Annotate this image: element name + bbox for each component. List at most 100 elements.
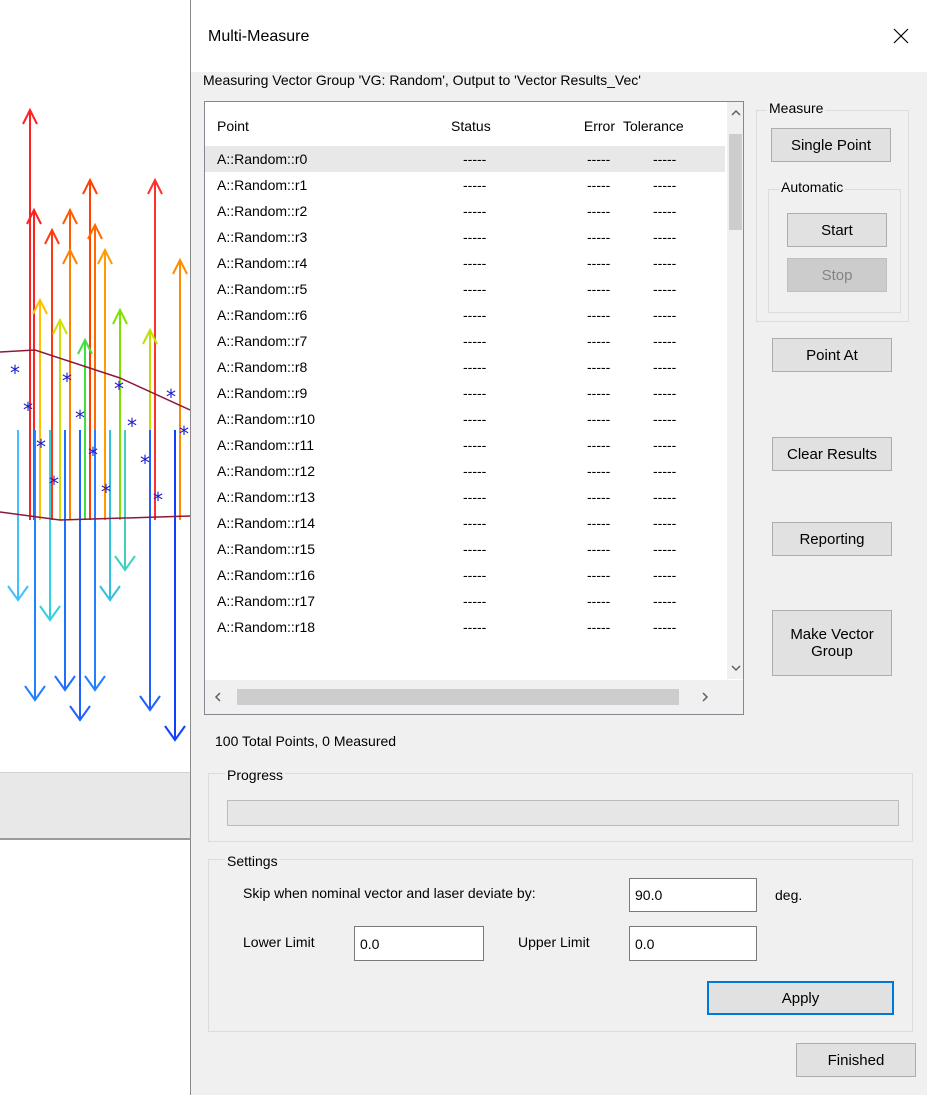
status-cell: ----- xyxy=(463,619,487,635)
chevron-down-icon[interactable] xyxy=(727,660,743,677)
tolerance-cell: ----- xyxy=(653,307,677,323)
lower-limit-input[interactable] xyxy=(354,926,484,961)
chevron-up-icon[interactable] xyxy=(727,104,743,121)
point-cell: A::Random::r0 xyxy=(217,151,308,167)
finished-button[interactable]: Finished xyxy=(796,1043,916,1077)
error-cell: ----- xyxy=(587,229,611,245)
list-row[interactable]: A::Random::r13 ----- ----- ----- xyxy=(205,484,725,510)
chevron-left-icon[interactable] xyxy=(209,688,226,705)
column-header-error[interactable]: Error xyxy=(573,118,615,134)
close-icon xyxy=(893,28,909,44)
svg-text:*: * xyxy=(10,361,20,385)
list-row[interactable]: A::Random::r17 ----- ----- ----- xyxy=(205,588,725,614)
list-row[interactable]: A::Random::r10 ----- ----- ----- xyxy=(205,406,725,432)
point-cell: A::Random::r14 xyxy=(217,515,316,531)
error-cell: ----- xyxy=(587,567,611,583)
list-row[interactable]: A::Random::r4 ----- ----- ----- xyxy=(205,250,725,276)
error-cell: ----- xyxy=(587,619,611,635)
error-cell: ----- xyxy=(587,515,611,531)
list-row[interactable]: A::Random::r9 ----- ----- ----- xyxy=(205,380,725,406)
status-cell: ----- xyxy=(463,177,487,193)
list-row[interactable]: A::Random::r11 ----- ----- ----- xyxy=(205,432,725,458)
vertical-scroll-thumb[interactable] xyxy=(729,134,742,230)
tolerance-cell: ----- xyxy=(653,177,677,193)
progress-group-label: Progress xyxy=(225,767,286,783)
clear-results-button[interactable]: Clear Results xyxy=(772,437,892,471)
reporting-button[interactable]: Reporting xyxy=(772,522,892,556)
tolerance-cell: ----- xyxy=(653,515,677,531)
scrollbar-corner xyxy=(727,680,743,714)
svg-text:*: * xyxy=(88,443,98,467)
point-cell: A::Random::r7 xyxy=(217,333,308,349)
close-button[interactable] xyxy=(875,14,927,58)
viewport-status-bar xyxy=(0,772,190,840)
error-cell: ----- xyxy=(587,359,611,375)
error-cell: ----- xyxy=(587,255,611,271)
list-row[interactable]: A::Random::r6 ----- ----- ----- xyxy=(205,302,725,328)
list-row[interactable]: A::Random::r8 ----- ----- ----- xyxy=(205,354,725,380)
tolerance-cell: ----- xyxy=(653,593,677,609)
skip-deviation-input[interactable] xyxy=(629,878,757,912)
point-cell: A::Random::r12 xyxy=(217,463,316,479)
chevron-right-icon[interactable] xyxy=(697,688,714,705)
point-cell: A::Random::r2 xyxy=(217,203,308,219)
title-bar: Multi-Measure xyxy=(191,0,927,72)
error-cell: ----- xyxy=(587,333,611,349)
tolerance-cell: ----- xyxy=(653,619,677,635)
point-at-button[interactable]: Point At xyxy=(772,338,892,372)
start-button[interactable]: Start xyxy=(787,213,887,247)
list-row[interactable]: A::Random::r14 ----- ----- ----- xyxy=(205,510,725,536)
svg-text:*: * xyxy=(127,414,137,438)
list-row[interactable]: A::Random::r1 ----- ----- ----- xyxy=(205,172,725,198)
svg-text:*: * xyxy=(23,398,33,422)
error-cell: ----- xyxy=(587,385,611,401)
tolerance-cell: ----- xyxy=(653,281,677,297)
list-row[interactable]: A::Random::r12 ----- ----- ----- xyxy=(205,458,725,484)
settings-group-label: Settings xyxy=(225,853,280,869)
3d-viewport[interactable]: * * * * * * * * * * * * * * xyxy=(0,0,190,840)
list-row[interactable]: A::Random::r15 ----- ----- ----- xyxy=(205,536,725,562)
points-list[interactable]: Point Status Error Tolerance A::Random::… xyxy=(204,101,744,715)
status-cell: ----- xyxy=(463,333,487,349)
list-row[interactable]: A::Random::r2 ----- ----- ----- xyxy=(205,198,725,224)
tolerance-cell: ----- xyxy=(653,255,677,271)
list-row[interactable]: A::Random::r5 ----- ----- ----- xyxy=(205,276,725,302)
upper-limit-input[interactable] xyxy=(629,926,757,961)
tolerance-cell: ----- xyxy=(653,489,677,505)
point-cell: A::Random::r9 xyxy=(217,385,308,401)
column-header-tolerance[interactable]: Tolerance xyxy=(623,118,684,134)
vertical-scrollbar[interactable] xyxy=(727,102,743,679)
status-cell: ----- xyxy=(463,541,487,557)
horizontal-scroll-thumb[interactable] xyxy=(237,689,679,705)
status-cell: ----- xyxy=(463,437,487,453)
status-cell: ----- xyxy=(463,385,487,401)
svg-text:*: * xyxy=(36,435,46,459)
skip-deviation-label: Skip when nominal vector and laser devia… xyxy=(243,885,536,901)
point-cell: A::Random::r3 xyxy=(217,229,308,245)
list-row[interactable]: A::Random::r18 ----- ----- ----- xyxy=(205,614,725,640)
svg-text:*: * xyxy=(166,385,176,409)
error-cell: ----- xyxy=(587,151,611,167)
list-row[interactable]: A::Random::r7 ----- ----- ----- xyxy=(205,328,725,354)
error-cell: ----- xyxy=(587,281,611,297)
point-cell: A::Random::r11 xyxy=(217,437,315,453)
measure-group-label: Measure xyxy=(767,100,826,116)
horizontal-scrollbar[interactable] xyxy=(205,680,727,714)
error-cell: ----- xyxy=(587,437,611,453)
tolerance-cell: ----- xyxy=(653,359,677,375)
point-cell: A::Random::r15 xyxy=(217,541,316,557)
apply-button[interactable]: Apply xyxy=(707,981,894,1015)
list-row[interactable]: A::Random::r16 ----- ----- ----- xyxy=(205,562,725,588)
stop-button[interactable]: Stop xyxy=(787,258,887,292)
list-header: Point Status Error Tolerance xyxy=(205,102,725,142)
make-vector-group-button[interactable]: Make Vector Group xyxy=(772,610,892,676)
list-row[interactable]: A::Random::r3 ----- ----- ----- xyxy=(205,224,725,250)
automatic-group: Automatic xyxy=(768,179,901,313)
column-header-status[interactable]: Status xyxy=(451,118,491,134)
list-rows: A::Random::r0 ----- ----- ----- A::Random::r… xyxy=(205,146,725,640)
single-point-button[interactable]: Single Point xyxy=(771,128,891,162)
list-row[interactable]: A::Random::r0 ----- ----- ----- xyxy=(205,146,725,172)
column-header-point[interactable]: Point xyxy=(217,118,249,134)
point-cell: A::Random::r8 xyxy=(217,359,308,375)
error-cell: ----- xyxy=(587,541,611,557)
